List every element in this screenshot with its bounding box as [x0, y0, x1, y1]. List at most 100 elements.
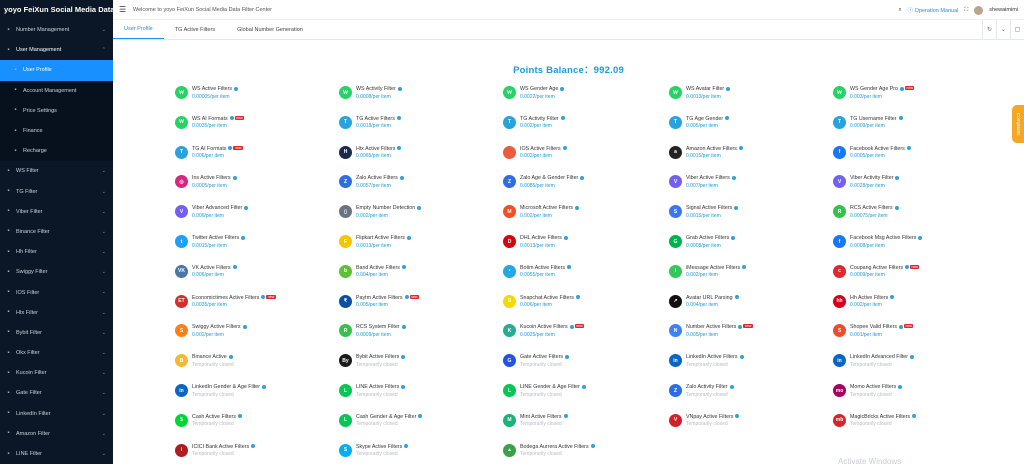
avatar[interactable] — [974, 5, 984, 15]
service-card[interactable]: ET Economictimes Active Filters new 0.0035/… — [175, 291, 325, 317]
service-card[interactable]: in LinkedIn Advanced Filter Temporarily cl… — [833, 350, 983, 376]
info-icon[interactable] — [910, 354, 915, 359]
operation-manual-link[interactable]: ⓘ Operation Manual — [908, 6, 959, 14]
sidebar-item-kucoin-filter[interactable]: ▪ Kucoin Filter ⌄ — [0, 363, 113, 383]
info-icon[interactable] — [738, 146, 743, 151]
service-card[interactable]: R RCS Active Filters 0.00075/per item — [833, 201, 983, 227]
info-icon[interactable] — [242, 324, 247, 329]
service-card[interactable]: V Viber Advanced Filter 0.006/per item — [175, 201, 325, 227]
service-card[interactable]: Z Zalo Active Filters 0.0057/per item — [339, 171, 489, 197]
service-card[interactable]: By Bybit Active Filters Temporarily closed — [339, 350, 489, 376]
info-icon[interactable] — [734, 205, 739, 210]
sidebar-item-ws-filter[interactable]: ▪ WS Filter ⌄ — [0, 161, 113, 181]
menu-toggle-icon[interactable]: ☰ — [119, 5, 127, 14]
info-icon[interactable] — [735, 414, 740, 419]
service-card[interactable]: G Grab Active Filters 0.0008/per item — [669, 231, 819, 257]
info-icon[interactable] — [396, 116, 401, 121]
info-icon[interactable] — [401, 265, 406, 270]
service-card[interactable]: F Flipkart Active Filters 0.0013/per item — [339, 231, 489, 257]
service-card[interactable]: L Cash Gender & Age Filter Temporarily clo… — [339, 410, 489, 436]
service-card[interactable]: $ Cash Active Filters Temporarily closed — [175, 410, 325, 436]
info-icon[interactable] — [229, 116, 234, 121]
info-icon[interactable] — [404, 295, 409, 300]
service-card[interactable]: Z Zalo Activity Filter Temporarily closed — [669, 380, 819, 406]
service-card[interactable]: f Facebook Msg Active Filters 0.0008/per i… — [833, 231, 983, 257]
service-card[interactable]: S Swiggy Active Filters 0.002/per item — [175, 320, 325, 346]
service-card[interactable]: D DHL Active Filters 0.0013/per item — [503, 231, 653, 257]
info-icon[interactable] — [397, 86, 402, 91]
info-icon[interactable] — [912, 414, 917, 419]
info-icon[interactable] — [725, 116, 730, 121]
service-card[interactable]: T TG AI Formats new 0.006/per item — [175, 142, 325, 168]
sidebar-item-account-management[interactable]: ▪ Account Management — [0, 80, 113, 101]
info-icon[interactable] — [251, 444, 256, 449]
info-icon[interactable] — [895, 175, 900, 180]
service-card[interactable]: T TG Activity Filter 0.002/per item — [503, 112, 653, 138]
sidebar-item-viber-filter[interactable]: ▪ Viber Filter ⌄ — [0, 202, 113, 222]
service-card[interactable]: • Botim Active Filters 0.0055/per item — [503, 261, 653, 287]
sidebar-item-user-profile[interactable]: ▪ User Profile — [0, 60, 113, 81]
service-card[interactable]: in LinkedIn Gender & Age Filter Temporaril… — [175, 380, 325, 406]
info-icon[interactable] — [404, 444, 409, 449]
service-card[interactable]: in LinkedIn Active Filters Temporarily clo… — [669, 350, 819, 376]
service-card[interactable]: S Skype Active Filters Temporarily closed — [339, 440, 489, 466]
info-icon[interactable] — [569, 324, 574, 329]
info-icon[interactable] — [401, 324, 406, 329]
service-card[interactable]: ◎ Ins Active Filters 0.0005/per item — [175, 171, 325, 197]
service-card[interactable]: Z Zalo Age & Gender Filter 0.0085/per item — [503, 171, 653, 197]
service-card[interactable]: ▲ Bodega Aurrera Active Filters Temporaril… — [503, 440, 653, 466]
tab-close-icon[interactable]: ▢ — [1010, 20, 1024, 40]
service-card[interactable]: ↗ Avatar URL Parsing 0.004/per item — [669, 291, 819, 317]
info-icon[interactable] — [397, 146, 402, 151]
sidebar-item-htx-filter[interactable]: ▪ Htx Filter ⌄ — [0, 303, 113, 323]
info-icon[interactable] — [563, 235, 568, 240]
service-card[interactable]: i ICICI Bank Active Filters Temporarily cl… — [175, 440, 325, 466]
info-icon[interactable] — [261, 295, 266, 300]
info-icon[interactable] — [580, 175, 585, 180]
service-card[interactable]: W WS Avatar Filter 0.0013/per item — [669, 82, 819, 108]
sidebar-item-swiggy-filter[interactable]: ▪ Swiggy Filter ⌄ — [0, 262, 113, 282]
tab-user-profile[interactable]: User Profile — [113, 20, 164, 39]
service-card[interactable]: H Htx Active Filters 0.0065/per item — [339, 142, 489, 168]
search-icon[interactable]: ⌕ — [899, 7, 902, 14]
info-icon[interactable] — [241, 235, 246, 240]
info-icon[interactable] — [899, 324, 904, 329]
info-icon[interactable] — [560, 86, 565, 91]
info-icon[interactable] — [399, 175, 404, 180]
service-card[interactable]: W WS Gender Age Pro new 0.003/per item — [833, 82, 983, 108]
username[interactable]: shewaimimi — [989, 7, 1018, 13]
service-card[interactable]: ₹ Paytm Active Filters new 0.005/per item — [339, 291, 489, 317]
info-icon[interactable] — [726, 86, 731, 91]
info-icon[interactable] — [581, 384, 586, 389]
info-icon[interactable] — [262, 384, 267, 389]
tab-tg-active-filters[interactable]: TG Active Filters — [164, 20, 226, 39]
info-icon[interactable] — [237, 414, 242, 419]
service-card[interactable]: ▯ Empty Number Detection 0.002/per item — [339, 201, 489, 227]
sidebar-item-price-settings[interactable]: ▪ Price Settings — [0, 100, 113, 121]
service-card[interactable]: f Facebook Active Filters 0.0005/per item — [833, 142, 983, 168]
service-card[interactable]: S Signal Active Filters 0.0015/per item — [669, 201, 819, 227]
info-icon[interactable] — [890, 295, 895, 300]
sidebar-item-recharge[interactable]: ▪ Recharge — [0, 141, 113, 162]
info-icon[interactable] — [739, 354, 744, 359]
service-card[interactable]: W WS AI Formats new 0.0035/per item — [175, 112, 325, 138]
info-icon[interactable] — [898, 116, 903, 121]
info-icon[interactable] — [417, 205, 422, 210]
info-icon[interactable] — [406, 235, 411, 240]
info-icon[interactable] — [234, 86, 239, 91]
service-card[interactable]: R RCS System Filter 0.0009/per item — [339, 320, 489, 346]
service-card[interactable]: V Viber Active Filters 0.007/per item — [669, 171, 819, 197]
service-card[interactable]: L LINE Active Filters Temporarily closed — [339, 380, 489, 406]
info-icon[interactable] — [734, 295, 739, 300]
info-icon[interactable] — [232, 175, 237, 180]
info-icon[interactable] — [567, 265, 572, 270]
info-icon[interactable] — [562, 146, 567, 151]
service-card[interactable]: B Binance Active Temporarily closed — [175, 350, 325, 376]
service-card[interactable]: N Number Active Filters new 0.005/per item — [669, 320, 819, 346]
info-icon[interactable] — [401, 354, 406, 359]
sidebar-item-amazon-filter[interactable]: ▪ Amazon Filter ⌄ — [0, 424, 113, 444]
service-card[interactable]: mb MagicBricks Active Filters Temporarily … — [833, 410, 983, 436]
service-card[interactable]: hh Hh Active Filters 0.002/per item — [833, 291, 983, 317]
sidebar-item-bybit-filter[interactable]: ▪ Bybit Filter ⌄ — [0, 323, 113, 343]
service-card[interactable]: W WS Gender Age 0.0022/per item — [503, 82, 653, 108]
